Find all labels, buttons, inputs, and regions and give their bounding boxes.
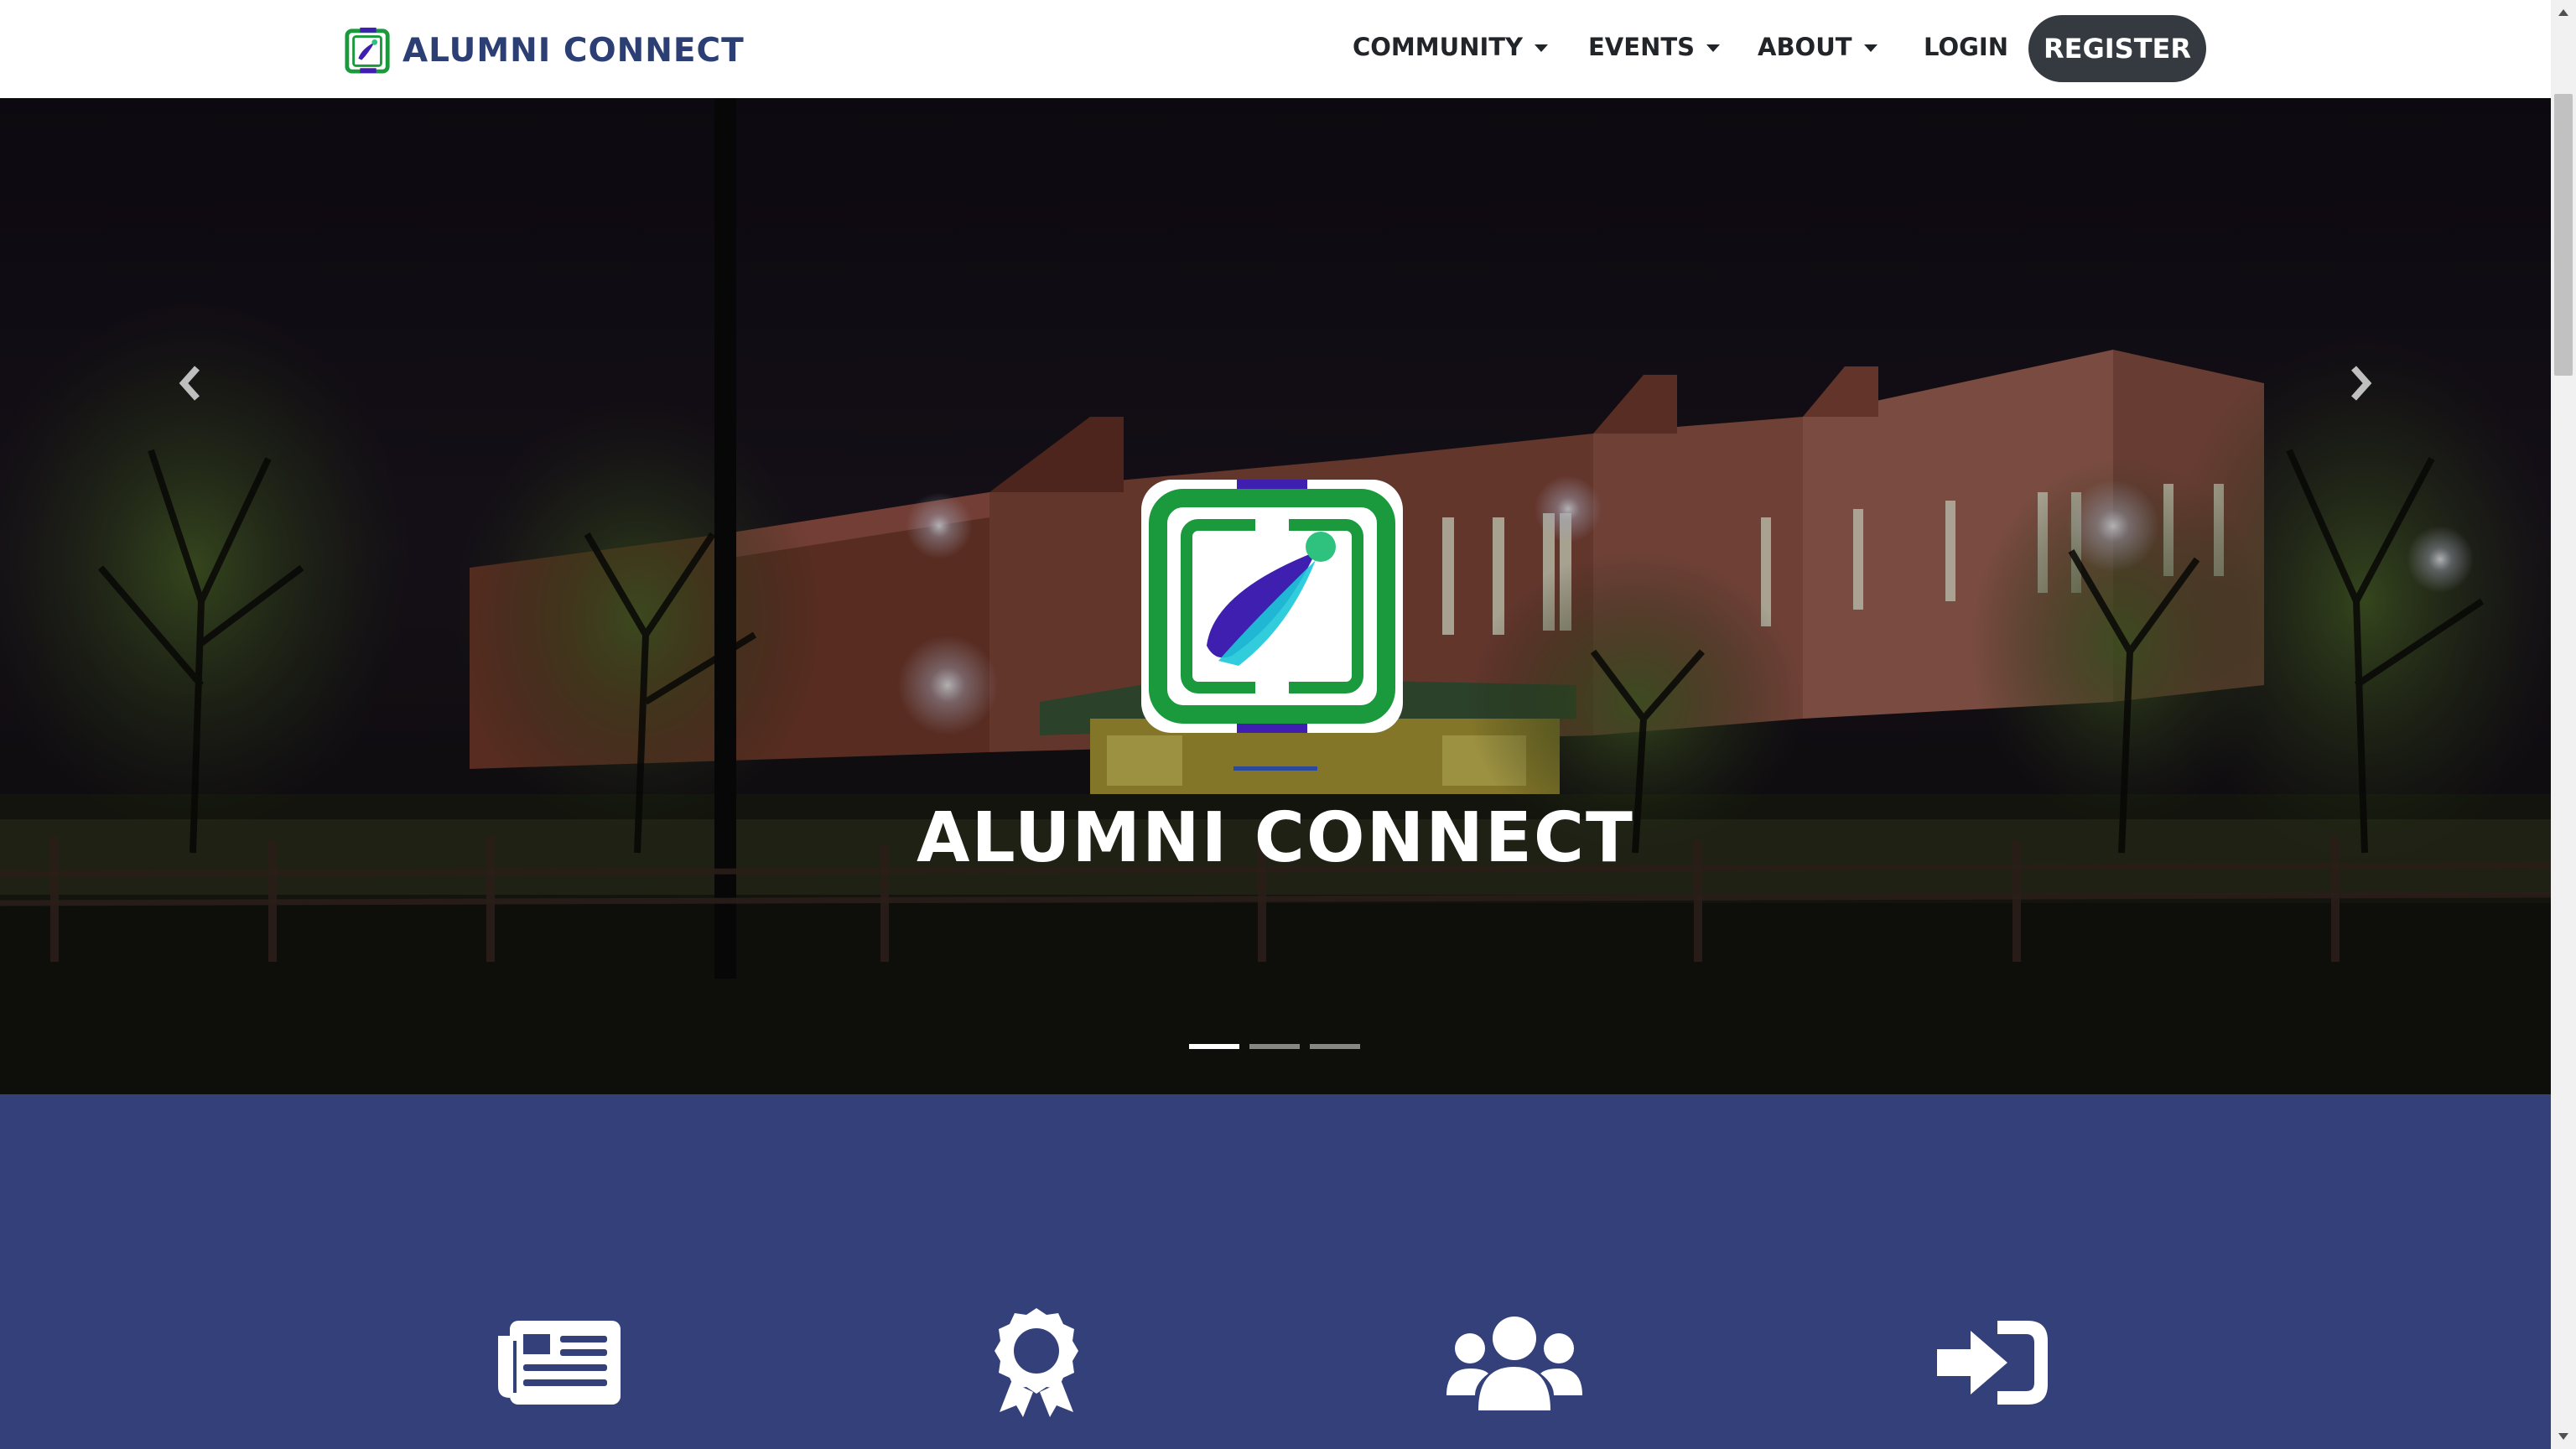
carousel-prev-button[interactable] — [161, 341, 220, 425]
nav-login-label: LOGIN — [1924, 33, 2008, 61]
navbar: ALUMNI CONNECT COMMUNITY EVENTS ABOUT LO… — [0, 0, 2551, 98]
carousel-next-button[interactable] — [2331, 341, 2390, 425]
carousel-indicators — [1189, 1044, 1360, 1049]
page: ALUMNI CONNECT COMMUNITY EVENTS ABOUT LO… — [0, 0, 2576, 1449]
carousel-indicator-3[interactable] — [1310, 1044, 1360, 1049]
award-icon[interactable] — [995, 1308, 1078, 1417]
caret-down-icon — [1706, 44, 1721, 52]
chevron-left-icon — [179, 366, 200, 401]
register-button[interactable]: REGISTER — [2028, 15, 2206, 82]
caret-down-icon — [1863, 44, 1877, 52]
nav-about-label: ABOUT — [1758, 33, 1852, 61]
hero-carousel: ALUMNI CONNECT — [0, 98, 2551, 1094]
alumni-connect-logo-icon — [1141, 480, 1403, 733]
nav-about-dropdown[interactable]: ABOUT — [1758, 25, 1877, 69]
scroll-up-arrow-icon[interactable] — [2551, 0, 2576, 25]
users-icon[interactable] — [1446, 1315, 1582, 1410]
sign-in-icon[interactable] — [1937, 1321, 2048, 1405]
alumni-connect-logo-icon — [345, 27, 390, 74]
chevron-right-icon — [2351, 366, 2372, 401]
hero-title: ALUMNI CONNECT — [917, 798, 1634, 878]
brand-name: ALUMNI CONNECT — [402, 31, 745, 70]
hero-divider — [1233, 766, 1317, 771]
brand-link[interactable]: ALUMNI CONNECT — [344, 25, 745, 75]
nav-events-dropdown[interactable]: EVENTS — [1588, 25, 1721, 69]
scrollbar-thumb[interactable] — [2554, 94, 2573, 376]
newspaper-icon[interactable] — [498, 1321, 621, 1405]
features-section — [0, 1094, 2551, 1449]
caret-down-icon — [1535, 44, 1549, 52]
scroll-down-arrow-icon[interactable] — [2551, 1424, 2576, 1449]
carousel-indicator-2[interactable] — [1249, 1044, 1300, 1049]
nav-events-label: EVENTS — [1588, 33, 1696, 61]
carousel-indicator-1[interactable] — [1189, 1044, 1239, 1049]
nav-login-link[interactable]: LOGIN — [1924, 25, 2008, 69]
vertical-scrollbar[interactable] — [2551, 0, 2576, 1449]
nav-community-label: COMMUNITY — [1353, 33, 1524, 61]
nav-community-dropdown[interactable]: COMMUNITY — [1353, 25, 1549, 69]
